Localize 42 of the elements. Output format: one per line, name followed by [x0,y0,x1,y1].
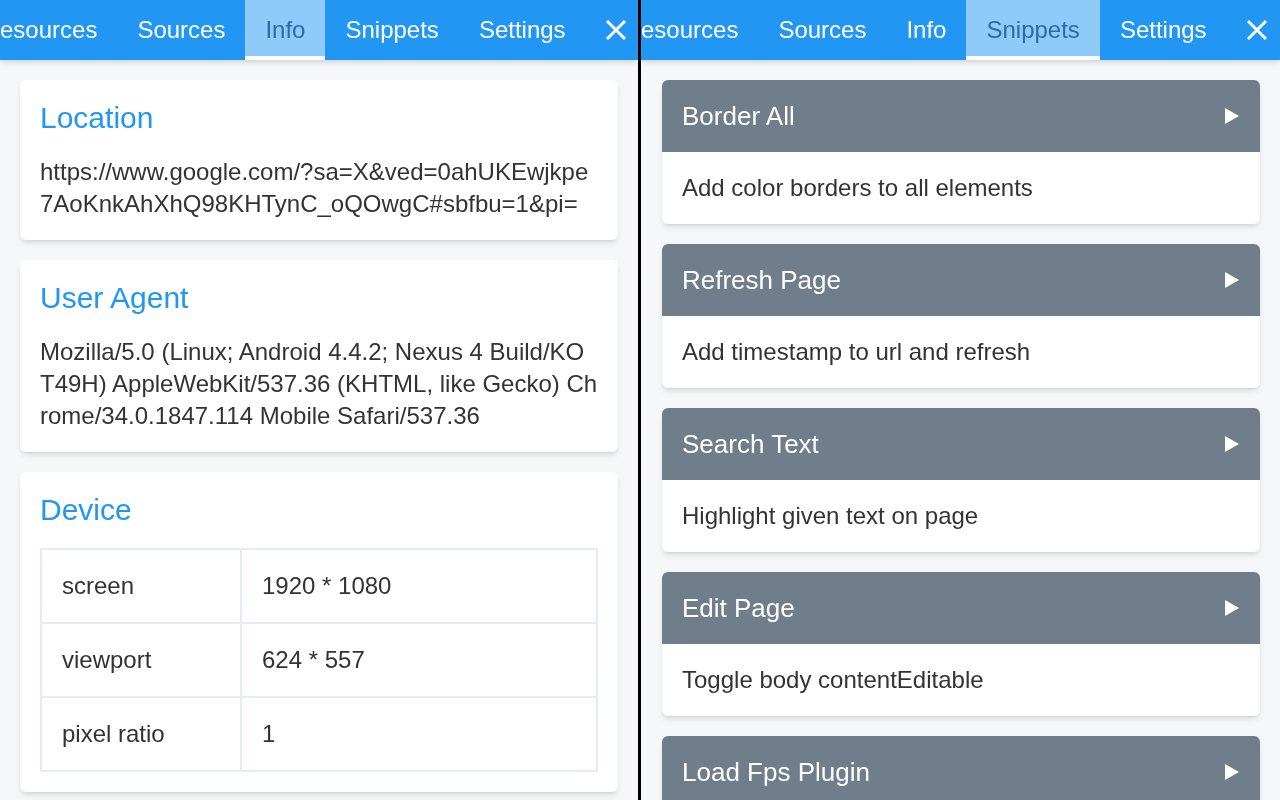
section-title: Device [40,492,133,528]
snippet-header[interactable]: Refresh Page [662,244,1260,316]
snippet-header[interactable]: Border All [662,80,1260,152]
table-cell: 1 [241,697,597,771]
snippet-header[interactable]: Edit Page [662,572,1260,644]
info-text: Mozilla/5.0 (Linux; Android 4.4.2; Nexus 4 Build/KOT49H) AppleWebKit/537.36 (KHTML, like Gecko) Chrome/34.0.1847.114 Mobile Safari/537.36 [40,337,598,431]
snippet-description: Add color borders to all elements [681,173,1034,203]
tab[interactable]: esources [0,0,118,60]
tab[interactable]: Settings [1099,0,1227,60]
tab[interactable]: Sources [758,0,887,60]
table-cell: 624 * 557 [241,623,597,697]
close-icon [604,19,627,41]
play-icon[interactable] [1224,599,1240,617]
tab[interactable]: Info [886,0,967,60]
snippet-title: Edit Page [682,591,795,625]
snippet-description: Toggle body contentEditable [681,665,985,695]
close-icon [1245,19,1268,41]
tab[interactable]: Snippets [966,0,1100,60]
snippet-header[interactable]: Load Fps Plugin [662,736,1260,800]
snippet-title: Border All [682,99,795,133]
section-title: User Agent [40,280,190,316]
table-cell: screen [41,549,241,623]
play-icon[interactable] [1224,763,1240,781]
tab[interactable]: Settings [458,0,586,60]
snippet-description: Highlight given text on page [681,501,980,531]
table-cell: pixel ratio [41,697,241,771]
tab[interactable]: Sources [117,0,246,60]
snippet-title: Load Fps Plugin [682,755,870,789]
tab[interactable]: Info [245,0,326,60]
tab[interactable]: Snippets [325,0,459,60]
play-icon[interactable] [1224,435,1240,453]
snippet-description: Add timestamp to url and refresh [681,337,1032,367]
table-cell: viewport [41,623,241,697]
tab[interactable]: esources [641,0,759,60]
section-title: Location [40,100,155,136]
snippet-title: Search Text [682,427,819,461]
info-text: https://www.google.com/?sa=X&ved=0ahUKEwjkpe7AoKnkAhXhQ98KHTynC_oQOwgC#sbfbu=1&pi= [40,157,590,219]
snippet-header[interactable]: Search Text [662,408,1260,480]
play-icon[interactable] [1224,271,1240,289]
play-icon[interactable] [1224,107,1240,125]
snippet-title: Refresh Page [682,263,841,297]
table-cell: 1920 * 1080 [241,549,597,623]
